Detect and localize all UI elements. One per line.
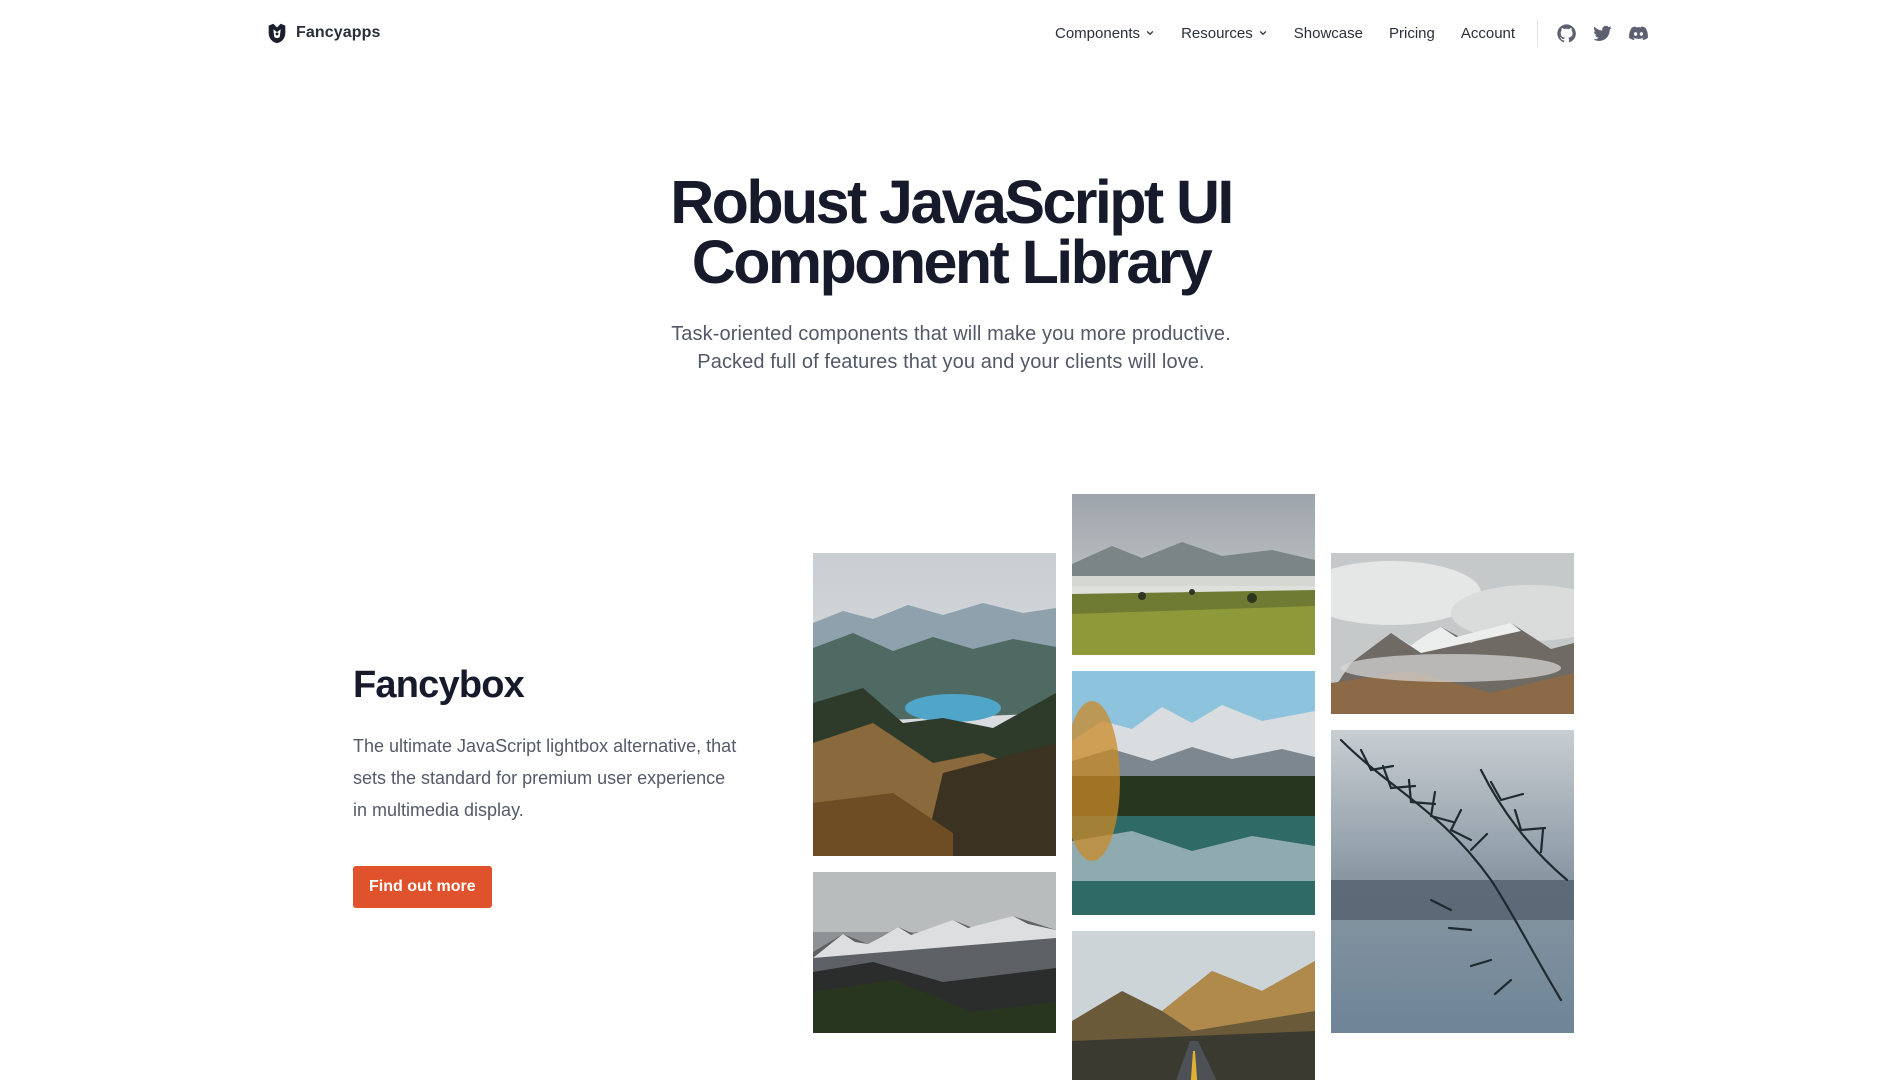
- hero-title-line: Robust JavaScript UI: [670, 168, 1234, 236]
- nav-item-pricing[interactable]: Pricing: [1389, 25, 1435, 42]
- main-nav: Components Resources Showcase Pricing Ac…: [1055, 19, 1649, 47]
- hero-subtitle-line: Task-oriented components that will make …: [671, 323, 1231, 345]
- pine-branches-lake-photo[interactable]: [1331, 730, 1574, 1033]
- hero-subtitle: Task-oriented components that will make …: [0, 320, 1902, 376]
- nav-item-label: Showcase: [1293, 24, 1363, 42]
- fancyapps-logo-icon: [264, 20, 290, 46]
- nav-item-account[interactable]: Account: [1461, 25, 1515, 42]
- hero-title: Robust JavaScript UI Component Library: [0, 168, 1902, 296]
- brand-link[interactable]: Fancyapps: [264, 20, 381, 46]
- mountain-lake-valley-photo[interactable]: [813, 553, 1056, 856]
- hero-section: Robust JavaScript UI Component Library T…: [0, 172, 1902, 376]
- twitter-icon[interactable]: [1592, 23, 1613, 44]
- nav-item-components[interactable]: Components: [1055, 25, 1155, 42]
- nav-item-label: Pricing: [1388, 24, 1435, 42]
- mountain-road-photo[interactable]: [1072, 931, 1315, 1080]
- feature-description: The ultimate JavaScript lightbox alterna…: [353, 736, 737, 820]
- clouded-summits-photo[interactable]: [1331, 553, 1574, 714]
- nav-item-label: Resources: [1181, 24, 1253, 42]
- site-header: Fancyapps Components Resources Showcase …: [0, 0, 1902, 66]
- nav-item-label: Components: [1055, 24, 1141, 42]
- find-out-more-button[interactable]: Find out more: [353, 866, 492, 908]
- brand-name: Fancyapps: [296, 24, 381, 41]
- hero-title-line: Component Library: [691, 228, 1213, 296]
- alpine-lake-reflection-photo[interactable]: [1072, 671, 1315, 915]
- nav-item-label: Account: [1460, 24, 1516, 42]
- nav-item-resources[interactable]: Resources: [1181, 25, 1268, 42]
- hero-subtitle-line: Packed full of features that you and you…: [697, 351, 1205, 373]
- chevron-down-icon: [1258, 28, 1268, 38]
- discord-icon[interactable]: [1628, 23, 1649, 44]
- snowy-peaks-forest-photo[interactable]: [813, 872, 1056, 1033]
- feature-title: Fancybox: [353, 664, 525, 706]
- nav-divider: [1537, 19, 1539, 47]
- nav-item-showcase[interactable]: Showcase: [1294, 25, 1363, 42]
- chevron-down-icon: [1145, 28, 1155, 38]
- misty-meadow-photo[interactable]: [1072, 494, 1315, 655]
- github-icon[interactable]: [1556, 23, 1577, 44]
- fancybox-feature: Fancybox The ultimate JavaScript lightbo…: [353, 662, 753, 908]
- social-links: [1556, 23, 1649, 44]
